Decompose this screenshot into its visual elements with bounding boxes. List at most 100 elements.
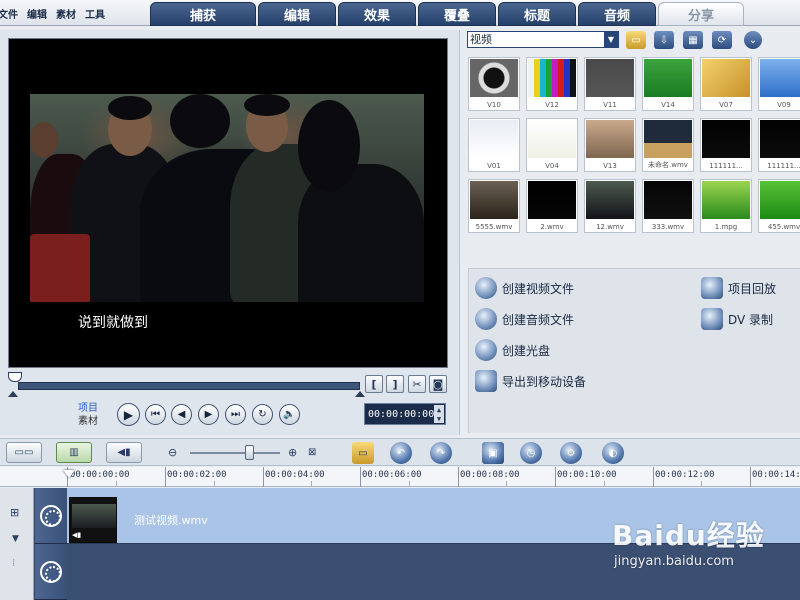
menu-edit[interactable]: 编辑: [27, 6, 56, 21]
folder-icon[interactable]: ▭: [626, 31, 646, 49]
menu-clip[interactable]: 素材: [56, 6, 85, 21]
cut-clip-button[interactable]: ✂: [408, 375, 426, 393]
thumbnail-caption: V13: [603, 162, 617, 170]
fit-project-icon[interactable]: ⊠: [308, 447, 316, 458]
library-thumbnail[interactable]: V13: [584, 118, 636, 172]
export-mobile[interactable]: 导出到移动设备: [475, 370, 586, 392]
mark-out-button[interactable]: ]: [386, 375, 404, 393]
insert-media-icon[interactable]: ▭: [352, 442, 374, 464]
disc-icon: [475, 339, 497, 361]
expand-icon[interactable]: ⌄: [744, 31, 762, 49]
menu-bar: 文件 编辑 素材 工具: [0, 0, 114, 26]
tab-capture[interactable]: 捕获: [150, 2, 256, 26]
menu-file[interactable]: 文件: [0, 6, 27, 21]
track-manager-small-icon[interactable]: ⊞: [10, 506, 19, 519]
play-mode: 项目 素材: [78, 402, 98, 428]
library-thumbnail[interactable]: 455.wmv: [758, 179, 800, 233]
tab-share[interactable]: 分享: [658, 2, 744, 26]
library-thumbnail[interactable]: V09: [758, 57, 800, 111]
audio-view-button[interactable]: ◀▮: [106, 442, 142, 463]
tab-overlay[interactable]: 覆叠: [418, 2, 496, 26]
surround-mixer-icon[interactable]: ◐: [602, 442, 624, 464]
tab-audio[interactable]: 音频: [578, 2, 656, 26]
clip-thumbnail[interactable]: ◀▮: [69, 497, 117, 543]
trim-start-marker[interactable]: [8, 391, 18, 397]
thumbnail-caption: V12: [545, 101, 559, 109]
import-icon[interactable]: ⇩: [654, 31, 674, 49]
chapter-point-icon[interactable]: ◷: [520, 442, 542, 464]
library-thumbnail[interactable]: 1.mpg: [700, 179, 752, 233]
prev-frame-button[interactable]: ◀: [171, 404, 192, 425]
zoom-slider-handle[interactable]: [245, 445, 254, 460]
record-capture-icon[interactable]: ▣: [482, 442, 504, 464]
tab-title[interactable]: 标题: [498, 2, 576, 26]
video-track-header[interactable]: [35, 488, 67, 544]
thumbnail-image: [470, 59, 518, 97]
menu-tools[interactable]: 工具: [85, 6, 114, 21]
library-thumbnail[interactable]: V10: [468, 57, 520, 111]
library-thumbnail[interactable]: 12.wmv: [584, 179, 636, 233]
timecode-field[interactable]: 00:00:00:00 ▲ ▼: [364, 403, 446, 425]
track-manager-icon[interactable]: ⚙: [560, 442, 582, 464]
mode-clip[interactable]: 素材: [78, 415, 98, 428]
thumbnail-image: [586, 181, 634, 219]
library-thumbnail[interactable]: V01: [468, 118, 520, 172]
library-category-select[interactable]: 视频 ▼: [467, 31, 619, 48]
dv-record[interactable]: DV 录制: [701, 308, 773, 330]
volume-button[interactable]: 🔈: [279, 404, 300, 425]
timeline-ruler[interactable]: 00:00:00:00 00:00:02:00 00:00:04:00 00:0…: [0, 467, 800, 487]
create-video-file[interactable]: 创建视频文件: [475, 277, 574, 299]
storyboard-view-button[interactable]: ▭▭: [6, 442, 42, 463]
library-thumbnail[interactable]: 5555.wmv: [468, 179, 520, 233]
library-category-value: 视频: [470, 33, 492, 46]
library-thumbnail[interactable]: V14: [642, 57, 694, 111]
play-button[interactable]: ▶: [117, 403, 140, 426]
zoom-slider-track[interactable]: [190, 452, 280, 454]
mark-in-button[interactable]: [: [365, 375, 383, 393]
zoom-in-icon[interactable]: ⊕: [288, 446, 297, 459]
library-thumbnail[interactable]: 未命名.wmv: [642, 118, 694, 172]
overlay-track-icon: [40, 560, 62, 583]
grid-view-icon[interactable]: ▦: [683, 31, 703, 49]
redo-icon[interactable]: ↷: [430, 442, 452, 464]
create-audio-file[interactable]: 创建音频文件: [475, 308, 574, 330]
library-thumbnail[interactable]: 111111...: [758, 118, 800, 172]
library-thumbnail[interactable]: 333.wmv: [642, 179, 694, 233]
mode-project[interactable]: 项目: [78, 402, 98, 415]
playhead[interactable]: [63, 470, 75, 478]
spin-down-icon: ▼: [436, 414, 442, 423]
scrub-handle[interactable]: [8, 372, 22, 382]
scrub-bar[interactable]: [18, 382, 360, 390]
end-button[interactable]: ⏭: [225, 404, 246, 425]
zoom-out-icon[interactable]: ⊖: [168, 446, 177, 459]
library-thumbnail[interactable]: 111111...: [700, 118, 752, 172]
track-grip-icon[interactable]: ⁞: [12, 558, 15, 569]
library-thumbnail[interactable]: 2.wmv: [526, 179, 578, 233]
undo-icon[interactable]: ↶: [390, 442, 412, 464]
timecode-spinner[interactable]: ▲ ▼: [434, 405, 444, 423]
create-disc[interactable]: 创建光盘: [475, 339, 550, 361]
scroll-down-icon[interactable]: ▼: [12, 534, 19, 544]
tab-effect[interactable]: 效果: [338, 2, 416, 26]
project-playback[interactable]: 项目回放: [701, 277, 776, 299]
next-frame-button[interactable]: ▶: [198, 404, 219, 425]
home-button[interactable]: ⏮: [145, 404, 166, 425]
library-thumbnail[interactable]: V04: [526, 118, 578, 172]
library-thumbnail[interactable]: V12: [526, 57, 578, 111]
ruler-label: 00:00:12:00: [655, 470, 715, 480]
baidu-watermark: Baidu经验 jingyan.baidu.com: [612, 514, 800, 569]
prev-frame-icon: ◀: [177, 409, 186, 420]
tab-edit[interactable]: 编辑: [258, 2, 336, 26]
timeline-view-button[interactable]: ▥: [56, 442, 92, 463]
spin-up-icon: ▲: [436, 405, 442, 414]
trim-end-marker[interactable]: [355, 391, 365, 397]
chevron-down-icon: ▼: [604, 32, 618, 47]
thumbnail-caption: V11: [603, 101, 617, 109]
sort-icon[interactable]: ⟳: [712, 31, 732, 49]
dv-record-label: DV 录制: [728, 312, 774, 327]
overlay-track-header[interactable]: [35, 544, 67, 600]
library-thumbnail[interactable]: V11: [584, 57, 636, 111]
enlarge-preview-button[interactable]: ◙: [429, 375, 447, 393]
library-thumbnail[interactable]: V07: [700, 57, 752, 111]
repeat-button[interactable]: ↻: [252, 404, 273, 425]
